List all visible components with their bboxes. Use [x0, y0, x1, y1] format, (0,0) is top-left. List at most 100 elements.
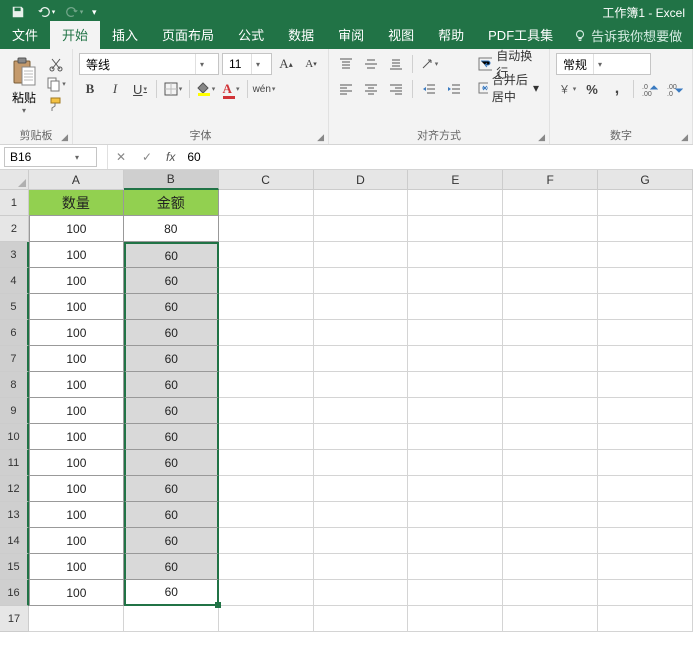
cancel-icon[interactable]: ✕: [108, 150, 134, 164]
cell[interactable]: [408, 502, 503, 528]
fx-icon[interactable]: fx: [160, 150, 181, 164]
dialog-launcher-icon[interactable]: ◢: [61, 132, 68, 143]
cell[interactable]: [219, 242, 314, 268]
cell[interactable]: [598, 502, 693, 528]
cell[interactable]: [408, 346, 503, 372]
row-header[interactable]: 15: [0, 554, 29, 580]
font-size-combo[interactable]: 11 ▾: [222, 53, 272, 75]
cell[interactable]: 60: [124, 320, 219, 346]
cell[interactable]: 100: [29, 398, 124, 424]
redo-icon[interactable]: ▾: [64, 3, 84, 21]
cell[interactable]: [314, 268, 409, 294]
cell[interactable]: 100: [29, 216, 124, 242]
cell[interactable]: [503, 190, 598, 216]
cell[interactable]: [598, 372, 693, 398]
cell[interactable]: 100: [29, 346, 124, 372]
cell[interactable]: [219, 294, 314, 320]
decrease-decimal-icon[interactable]: .00.0: [664, 78, 686, 100]
cell[interactable]: [408, 320, 503, 346]
cell[interactable]: 60: [124, 554, 219, 580]
cell[interactable]: 100: [29, 580, 124, 606]
caret-down-icon[interactable]: ▾: [75, 153, 83, 162]
cell[interactable]: [503, 580, 598, 606]
tab-home[interactable]: 开始: [50, 21, 100, 49]
cell[interactable]: [598, 242, 693, 268]
cell[interactable]: [219, 528, 314, 554]
caret-down-icon[interactable]: ▾: [593, 54, 606, 74]
cell[interactable]: [503, 294, 598, 320]
cell[interactable]: 100: [29, 242, 124, 268]
cell[interactable]: [408, 398, 503, 424]
cell[interactable]: [408, 190, 503, 216]
cell[interactable]: [29, 606, 124, 632]
cell[interactable]: 60: [124, 242, 219, 268]
cell[interactable]: [503, 398, 598, 424]
cell[interactable]: [598, 528, 693, 554]
italic-button[interactable]: I: [104, 78, 126, 100]
paste-button[interactable]: 粘贴 ▾: [6, 53, 42, 119]
dialog-launcher-icon[interactable]: ◢: [317, 132, 324, 143]
cell[interactable]: [598, 216, 693, 242]
dialog-launcher-icon[interactable]: ◢: [538, 132, 545, 143]
cell[interactable]: [219, 450, 314, 476]
row-header[interactable]: 10: [0, 424, 29, 450]
cell[interactable]: [503, 502, 598, 528]
row-header[interactable]: 17: [0, 606, 29, 632]
caret-down-icon[interactable]: ▾: [251, 54, 264, 74]
accounting-format-icon[interactable]: ￥▾: [556, 78, 578, 100]
cell[interactable]: [408, 606, 503, 632]
tell-me-search[interactable]: 告诉我你想要做: [565, 22, 690, 49]
cell[interactable]: 60: [124, 268, 219, 294]
decrease-indent-icon[interactable]: [418, 78, 440, 100]
cell[interactable]: [314, 216, 409, 242]
row-header[interactable]: 13: [0, 502, 29, 528]
cell[interactable]: [219, 476, 314, 502]
select-all-corner[interactable]: [0, 170, 29, 190]
comma-icon[interactable]: ,: [606, 78, 628, 100]
cell[interactable]: [408, 580, 503, 606]
cell[interactable]: [219, 606, 314, 632]
cell[interactable]: 100: [29, 450, 124, 476]
enter-icon[interactable]: ✓: [134, 150, 160, 164]
cell[interactable]: [503, 268, 598, 294]
cell[interactable]: 60: [124, 398, 219, 424]
row-header[interactable]: 5: [0, 294, 29, 320]
cell[interactable]: [219, 268, 314, 294]
increase-font-icon[interactable]: A▴: [275, 53, 297, 75]
underline-button[interactable]: U▾: [129, 78, 151, 100]
cell[interactable]: [314, 372, 409, 398]
cell[interactable]: [503, 320, 598, 346]
row-header[interactable]: 16: [0, 580, 29, 606]
column-header-B[interactable]: B: [124, 170, 219, 190]
cell[interactable]: [219, 190, 314, 216]
tab-view[interactable]: 视图: [376, 21, 426, 49]
cell[interactable]: 100: [29, 502, 124, 528]
align-top-icon[interactable]: [335, 53, 357, 75]
cell[interactable]: 100: [29, 476, 124, 502]
cell[interactable]: 100: [29, 372, 124, 398]
cell[interactable]: 数量: [29, 190, 124, 216]
cell[interactable]: [314, 346, 409, 372]
cell[interactable]: 100: [29, 294, 124, 320]
tab-formulas[interactable]: 公式: [226, 21, 276, 49]
row-header[interactable]: 7: [0, 346, 29, 372]
worksheet-grid[interactable]: ABCDEFG 1数量金额210080310060410060510060610…: [0, 170, 693, 632]
caret-down-icon[interactable]: ▾: [195, 54, 208, 74]
decrease-font-icon[interactable]: A▾: [300, 53, 322, 75]
row-header[interactable]: 9: [0, 398, 29, 424]
cell[interactable]: [219, 502, 314, 528]
column-header-F[interactable]: F: [503, 170, 598, 190]
name-box[interactable]: ▾: [4, 147, 97, 167]
cell[interactable]: [219, 216, 314, 242]
row-header[interactable]: 3: [0, 242, 29, 268]
cell[interactable]: 100: [29, 268, 124, 294]
cell[interactable]: [314, 320, 409, 346]
column-header-A[interactable]: A: [29, 170, 124, 190]
cell[interactable]: 60: [124, 346, 219, 372]
caret-down-icon[interactable]: ▾: [533, 81, 539, 95]
column-header-E[interactable]: E: [408, 170, 503, 190]
column-header-C[interactable]: C: [219, 170, 314, 190]
fill-handle[interactable]: [215, 602, 221, 608]
cell[interactable]: 60: [124, 580, 219, 606]
cell[interactable]: [314, 294, 409, 320]
